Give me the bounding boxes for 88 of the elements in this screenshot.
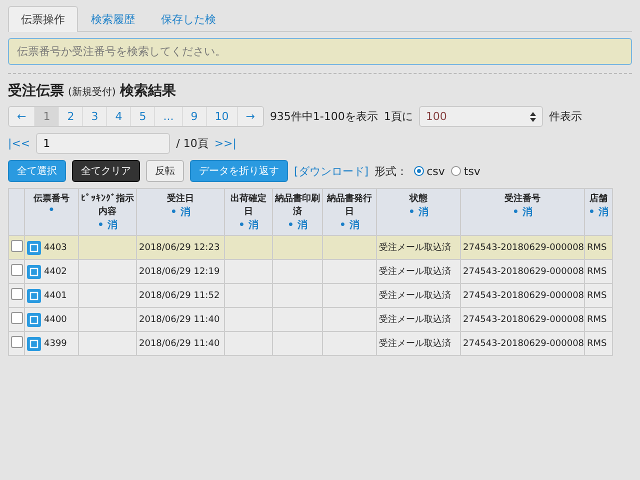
- per-page-label: 1頁に: [384, 109, 413, 124]
- remove-column-link[interactable]: 消: [297, 220, 308, 231]
- page-link[interactable]: 4: [107, 107, 132, 126]
- row-checkbox[interactable]: [11, 312, 23, 324]
- tab[interactable]: 保存した検: [148, 6, 229, 32]
- table-cell: 274543-20180629-000008: [460, 236, 584, 260]
- format-label: 形式：: [374, 164, 408, 178]
- table-cell: RMS: [584, 260, 612, 284]
- action-button[interactable]: 全て選択: [8, 160, 66, 182]
- table-cell: 2018/06/29 11:52: [136, 284, 224, 308]
- row-checkbox[interactable]: [11, 336, 23, 348]
- table-cell: RMS: [584, 308, 612, 332]
- table-cell: 274543-20180629-000008: [460, 332, 584, 356]
- page-total: / 10頁: [176, 136, 208, 151]
- section-title-suffix: 検索結果: [120, 82, 176, 100]
- document-icon[interactable]: [27, 264, 41, 278]
- table-cell: RMS: [584, 332, 612, 356]
- last-page-link[interactable]: >>|: [214, 137, 236, 150]
- result-count: 935件中1-100を表示: [270, 109, 378, 124]
- column-header[interactable]: 受注番号 • 消: [460, 188, 584, 236]
- page-link[interactable]: ←: [9, 107, 36, 126]
- remove-column-link[interactable]: 消: [418, 207, 428, 218]
- column-header[interactable]: 納品書発行日 • 消: [322, 188, 376, 236]
- first-page-link[interactable]: |<<: [8, 137, 30, 150]
- remove-column-link[interactable]: 消: [598, 207, 608, 218]
- column-header[interactable]: 店舗 • 消: [584, 188, 612, 236]
- column-header[interactable]: 受注日 • 消: [136, 188, 224, 236]
- table-cell: 受注メール取込済: [376, 260, 460, 284]
- page-link[interactable]: 1: [35, 107, 60, 126]
- format-option: csv: [426, 164, 445, 178]
- column-header[interactable]: 納品書印刷済 • 消: [272, 188, 322, 236]
- table-cell: 274543-20180629-000008: [460, 260, 584, 284]
- table-cell: 2018/06/29 12:19: [136, 260, 224, 284]
- download-link[interactable]: [ダウンロード]: [294, 164, 369, 178]
- page-link[interactable]: 10: [206, 107, 238, 126]
- column-header[interactable]: 状態 • 消: [376, 188, 460, 236]
- action-button[interactable]: 反転: [146, 160, 184, 182]
- tab[interactable]: 検索履歴: [78, 6, 148, 32]
- row-checkbox[interactable]: [11, 264, 23, 276]
- page-number-field[interactable]: 1: [36, 133, 170, 154]
- format-radio[interactable]: [450, 166, 461, 176]
- format-radio[interactable]: [414, 166, 424, 176]
- search-field[interactable]: 伝票番号か受注番号を検索してください。: [8, 38, 632, 65]
- remove-column-link[interactable]: 消: [107, 220, 118, 231]
- table-cell: 274543-20180629-000008: [460, 308, 584, 332]
- column-header[interactable]: ﾋﾟｯｷﾝｸﾞ指示内容 • 消: [78, 188, 136, 236]
- page-link[interactable]: ...: [155, 107, 183, 126]
- document-icon[interactable]: [27, 336, 41, 350]
- slip-number: 4400: [44, 314, 67, 324]
- per-page-suffix: 件表示: [548, 109, 582, 124]
- row-checkbox[interactable]: [11, 288, 23, 300]
- table-cell: 受注メール取込済: [376, 332, 460, 356]
- page-link[interactable]: →: [238, 107, 263, 126]
- action-button[interactable]: データを折り返す: [190, 160, 288, 182]
- page-link[interactable]: 3: [83, 107, 108, 126]
- document-icon[interactable]: [27, 312, 41, 326]
- table-cell: 受注メール取込済: [376, 236, 460, 260]
- slip-number: 4399: [44, 338, 67, 348]
- table-cell: 受注メール取込済: [376, 284, 460, 308]
- table-cell: 2018/06/29 11:40: [136, 332, 224, 356]
- section-title: 受注伝票: [8, 82, 64, 100]
- remove-column-link[interactable]: 消: [522, 207, 532, 218]
- table-cell: RMS: [584, 236, 612, 260]
- per-page-select[interactable]: 100: [418, 106, 543, 127]
- slip-number: 4402: [44, 266, 67, 276]
- table-cell: 274543-20180629-000008: [460, 284, 584, 308]
- page-link[interactable]: 5: [131, 107, 156, 126]
- tab[interactable]: 伝票操作: [8, 6, 78, 32]
- table-cell: 2018/06/29 12:23: [136, 236, 224, 260]
- remove-column-link[interactable]: 消: [349, 220, 360, 231]
- column-header[interactable]: 伝票番号 •: [24, 188, 78, 236]
- action-button[interactable]: 全てクリア: [72, 160, 140, 182]
- row-checkbox[interactable]: [11, 240, 23, 252]
- remove-column-link[interactable]: 消: [248, 220, 258, 231]
- format-option: tsv: [464, 164, 480, 178]
- slip-number: 4401: [44, 290, 67, 300]
- page-link[interactable]: 2: [59, 107, 84, 126]
- slip-number: 4403: [44, 242, 67, 252]
- spinner-icon: [530, 112, 536, 122]
- remove-column-link[interactable]: 消: [180, 207, 190, 218]
- table-cell: 受注メール取込済: [376, 308, 460, 332]
- table-cell: 2018/06/29 11:40: [136, 308, 224, 332]
- document-icon[interactable]: [27, 240, 41, 254]
- document-icon[interactable]: [27, 288, 41, 302]
- page-link[interactable]: 9: [182, 107, 207, 126]
- column-header[interactable]: 出荷確定日 • 消: [224, 188, 272, 236]
- table-cell: RMS: [584, 284, 612, 308]
- section-subtitle: (新規受付): [68, 86, 116, 99]
